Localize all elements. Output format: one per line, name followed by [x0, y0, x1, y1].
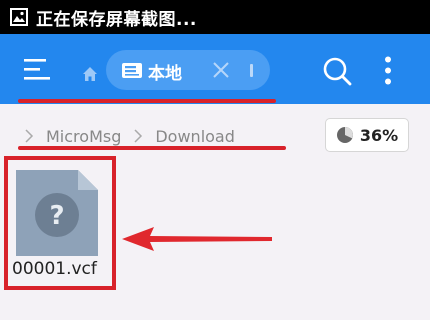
svg-text:?: ? — [49, 201, 64, 231]
search-icon[interactable] — [322, 56, 352, 86]
top-toolbar: 本地 — [0, 34, 430, 104]
status-bar: 正在保存屏幕截图... — [0, 0, 430, 34]
unknown-file-icon[interactable]: ? — [14, 170, 98, 256]
more-vertical-icon[interactable] — [384, 56, 392, 86]
screenshot-notification-text: 正在保存屏幕截图... — [36, 9, 197, 30]
breadcrumb-item-download[interactable]: Download — [155, 127, 235, 146]
storage-usage-badge[interactable]: 36% — [325, 118, 409, 152]
storage-percent-label: 36% — [359, 125, 399, 145]
hamburger-menu-icon[interactable] — [24, 57, 50, 81]
file-name[interactable]: 00001.vcf — [12, 259, 97, 279]
chevron-right-icon — [131, 129, 145, 143]
pie-chart-icon — [336, 126, 354, 144]
tab-scroll-divider — [250, 64, 253, 77]
breadcrumb-item-micromsg[interactable]: MicroMsg — [46, 127, 121, 146]
annotation-underline-toolbar — [18, 99, 276, 103]
image-icon — [10, 8, 28, 26]
annotation-arrow — [122, 224, 274, 254]
close-icon[interactable] — [212, 61, 230, 79]
tab-local-label: 本地 — [148, 64, 182, 84]
disk-icon — [122, 63, 142, 78]
home-icon[interactable] — [83, 66, 97, 81]
breadcrumb: MicroMsg Download — [12, 118, 312, 154]
chevron-right-icon — [22, 129, 36, 143]
tab-local[interactable]: 本地 — [106, 50, 270, 90]
